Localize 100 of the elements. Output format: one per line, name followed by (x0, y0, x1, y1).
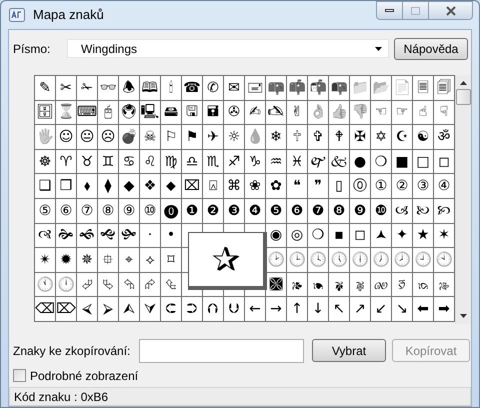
help-button[interactable]: Nápověda (394, 38, 468, 60)
glyph-cell[interactable]: 🖃 (245, 76, 265, 100)
glyph-cell[interactable]: 🙡 (434, 198, 454, 223)
glyph-cell[interactable]: ← (245, 297, 265, 321)
vertical-scrollbar[interactable] (455, 75, 471, 324)
glyph-cell[interactable]: ☹ (98, 125, 118, 149)
glyph-cell[interactable]: 🕓 (308, 248, 328, 272)
glyph-cell[interactable]: ✎ (35, 76, 55, 100)
glyph-cell[interactable]: ♒ (266, 150, 286, 174)
close-button[interactable] (429, 1, 473, 20)
glyph-cell[interactable]: 🕖 (371, 248, 391, 272)
glyph-cell[interactable]: ⬥ (161, 174, 181, 198)
minimize-button[interactable] (376, 1, 403, 20)
glyph-cell[interactable]: ♉ (77, 150, 97, 174)
glyph-cell[interactable]: 📬 (308, 76, 328, 100)
glyph-cell[interactable]: 🙑 (392, 272, 412, 296)
glyph-cell[interactable]: 😐 (77, 125, 97, 149)
glyph-cell[interactable]: ⌧ (182, 174, 202, 198)
glyph-cell[interactable]: ✿ (266, 174, 286, 198)
glyph-cell[interactable]: ☝ (413, 100, 433, 124)
checkbox-label[interactable]: Podrobné zobrazení (30, 366, 138, 384)
glyph-cell[interactable]: 🖎 (266, 100, 286, 124)
glyph-cell[interactable]: ❞ (308, 174, 328, 198)
glyph-cell[interactable]: ② (392, 174, 412, 198)
glyph-cell[interactable]: ⑥ (56, 198, 76, 223)
glyph-cell[interactable]: ⓪ (350, 174, 370, 198)
glyph-cell[interactable]: 🕔 (329, 248, 349, 272)
glyph-cell[interactable]: 🕒 (287, 248, 307, 272)
glyph-cell[interactable]: 🕮 (140, 76, 160, 100)
glyph-cell[interactable]: ⮛ (140, 297, 160, 321)
glyph-cell[interactable]: ⚐ (161, 125, 181, 149)
glyph-cell[interactable]: 📫 (287, 76, 307, 100)
glyph-cell[interactable]: 🙰 (308, 150, 328, 174)
glyph-cell[interactable]: ☞ (392, 100, 412, 124)
glyph-cell[interactable]: ❼ (308, 198, 328, 223)
glyph-cell[interactable]: ⌖ (119, 248, 139, 272)
glyph-cell[interactable]: ❒ (56, 174, 76, 198)
glyph-cell[interactable]: ▯ (329, 174, 349, 198)
scroll-down-icon[interactable] (460, 314, 467, 318)
glyph-cell[interactable]: ⮉ (203, 297, 223, 321)
close-icon[interactable] (444, 6, 456, 16)
glyph-cell[interactable]: 🗄 (35, 100, 55, 124)
glyph-cell[interactable]: ✈ (203, 125, 223, 149)
glyph-cell[interactable]: ✡ (371, 125, 391, 149)
glyph-cell[interactable]: ⟡ (140, 248, 160, 272)
glyph-cell[interactable]: • (161, 224, 181, 248)
glyph-cell[interactable]: ◆ (119, 174, 139, 198)
glyph-cell[interactable]: ⌑ (161, 248, 181, 272)
glyph-cell[interactable]: ❄ (266, 125, 286, 149)
glyph-cell[interactable]: ⮰ (77, 272, 97, 296)
glyph-cell[interactable]: ✂ (56, 76, 76, 100)
glyph-cell[interactable]: ⑩ (140, 198, 160, 223)
glyph-cell[interactable]: 🙗 (329, 272, 349, 296)
glyph-cell[interactable]: ✴ (35, 248, 55, 272)
glyph-cell[interactable]: □ (413, 150, 433, 174)
glyph-cell[interactable]: 🖳 (140, 100, 160, 124)
glyph-cell[interactable]: ♈ (56, 150, 76, 174)
glyph-cell[interactable]: 🖬 (203, 100, 223, 124)
glyph-cell[interactable]: ♍ (161, 150, 181, 174)
glyph-cell[interactable]: ⮱ (98, 272, 118, 296)
glyph-cell[interactable]: ⌘ (224, 174, 244, 198)
glyph-cell[interactable]: 🕯 (161, 76, 181, 100)
glyph-cell[interactable]: ⮈ (161, 297, 181, 321)
glyph-cell[interactable]: ❹ (245, 198, 265, 223)
glyph-cell[interactable]: ☟ (434, 100, 454, 124)
glyph-cell[interactable]: ♎ (182, 150, 202, 174)
glyph-cell[interactable]: ✦ (392, 224, 412, 248)
glyph-cell[interactable]: ✉ (224, 76, 244, 100)
glyph-cell[interactable]: ❶ (182, 198, 202, 223)
glyph-cell[interactable]: ☸ (35, 150, 55, 174)
glyph-cell[interactable]: 🙖 (350, 272, 370, 296)
glyph-cell[interactable]: ⑧ (98, 198, 118, 223)
glyph-cell[interactable]: 🕑 (266, 248, 286, 272)
glyph-cell[interactable]: ✵ (77, 248, 97, 272)
glyph-cell[interactable]: ▪ (329, 224, 349, 248)
glyph-cell[interactable]: ☯ (413, 125, 433, 149)
glyph-cell[interactable]: ❿ (371, 198, 391, 223)
glyph-cell[interactable]: ◉ (266, 224, 286, 248)
glyph-cell[interactable]: ❾ (350, 198, 370, 223)
glyph-cell[interactable]: → (266, 297, 286, 321)
glyph-cell[interactable]: 📪 (266, 76, 286, 100)
glyph-cell[interactable]: ☪ (392, 125, 412, 149)
glyph-cell[interactable]: ⚑ (182, 125, 202, 149)
glyph-cell[interactable]: 🙕 (287, 272, 307, 296)
copy-field[interactable] (139, 338, 304, 362)
glyph-cell[interactable]: ⮘ (77, 297, 97, 321)
glyph-cell[interactable]: ⮋ (224, 297, 244, 321)
glyph-cell[interactable]: ⮙ (119, 297, 139, 321)
glyph-cell[interactable]: ◎ (287, 224, 307, 248)
glyph-cell[interactable]: 🕆 (287, 125, 307, 149)
glyph-cell[interactable]: ✶ (434, 224, 454, 248)
glyph-cell[interactable]: 🙞 (56, 224, 76, 248)
glyph-cell[interactable]: 🕛 (56, 272, 76, 296)
glyph-cell[interactable]: 💧 (245, 125, 265, 149)
glyph-cell[interactable]: ✆ (203, 76, 223, 100)
glyph-cell[interactable]: 🙓 (434, 272, 454, 296)
glyph-cell[interactable]: 🕚 (35, 272, 55, 296)
glyph-cell[interactable]: ● (350, 150, 370, 174)
glyph-cell[interactable]: ✠ (350, 125, 370, 149)
glyph-cell[interactable]: 🕭 (119, 76, 139, 100)
